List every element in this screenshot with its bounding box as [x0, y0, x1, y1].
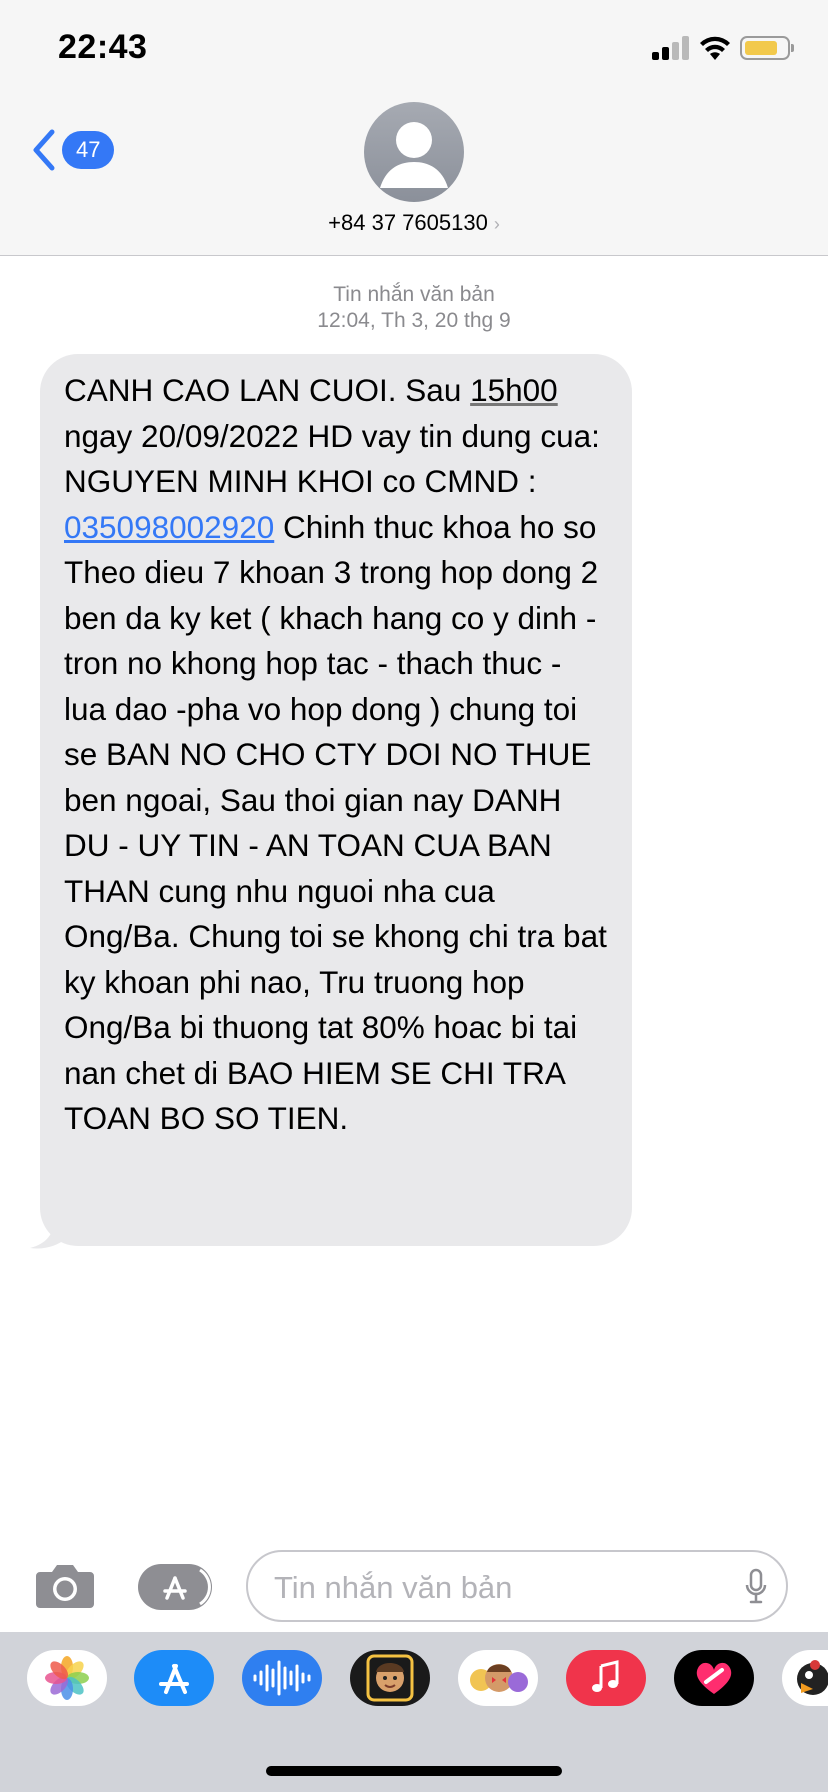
message-input[interactable]: Tin nhắn văn bản [246, 1550, 788, 1622]
cellular-signal-icon [652, 36, 689, 60]
app-store-icon[interactable] [134, 1650, 214, 1706]
back-button[interactable]: 47 [30, 128, 115, 172]
message-text-part: ngay 20/09/2022 HD vay tin dung cua: NGU… [64, 417, 600, 500]
music-icon[interactable] [566, 1650, 646, 1706]
more-app-icon[interactable] [782, 1650, 828, 1706]
app-store-icon [163, 1568, 211, 1606]
unread-count-badge: 47 [62, 131, 115, 169]
camera-icon[interactable] [34, 1560, 96, 1610]
phone-number-link[interactable]: 035098002920 [64, 509, 274, 545]
status-time: 22:43 [58, 28, 148, 66]
message-text-part: Chinh thuc khoa ho so Theo dieu 7 khoan … [64, 508, 607, 1137]
message-meta: Tin nhắn văn bản 12:04, Th 3, 20 thg 9 [0, 282, 828, 334]
time-link[interactable]: 15h00 [470, 372, 558, 408]
message-text: CANH CAO LAN CUOI. Sau 15h00 ngay 20/09/… [64, 368, 608, 1142]
photos-icon[interactable] [27, 1650, 107, 1706]
contact-number: +84 37 7605130 [328, 210, 488, 235]
digital-touch-icon[interactable] [674, 1650, 754, 1706]
message-input-placeholder: Tin nhắn văn bản [274, 1570, 513, 1605]
app-store-button[interactable] [138, 1564, 212, 1610]
home-indicator [266, 1766, 562, 1776]
battery-icon [740, 36, 794, 60]
chevron-right-icon: › [493, 214, 500, 234]
microphone-icon[interactable] [744, 1568, 768, 1606]
memoji-icon[interactable] [350, 1650, 430, 1706]
contact-name[interactable]: +84 37 7605130 › [0, 210, 828, 236]
incoming-message-bubble[interactable]: CANH CAO LAN CUOI. Sau 15h00 ngay 20/09/… [40, 354, 632, 1246]
message-type-label: Tin nhắn văn bản [333, 283, 495, 306]
audio-message-icon[interactable] [242, 1650, 322, 1706]
person-icon [380, 122, 448, 188]
chevron-left-icon [33, 129, 55, 171]
wifi-icon [700, 36, 730, 60]
message-text-part: CANH CAO LAN CUOI. Sau [64, 372, 471, 408]
message-timestamp: 12:04, Th 3, 20 thg 9 [317, 309, 511, 332]
animoji-stickers-icon[interactable] [458, 1650, 538, 1706]
conversation-header: 22:43 47 +84 37 7605130 › [0, 0, 828, 256]
contact-avatar[interactable] [364, 102, 464, 202]
